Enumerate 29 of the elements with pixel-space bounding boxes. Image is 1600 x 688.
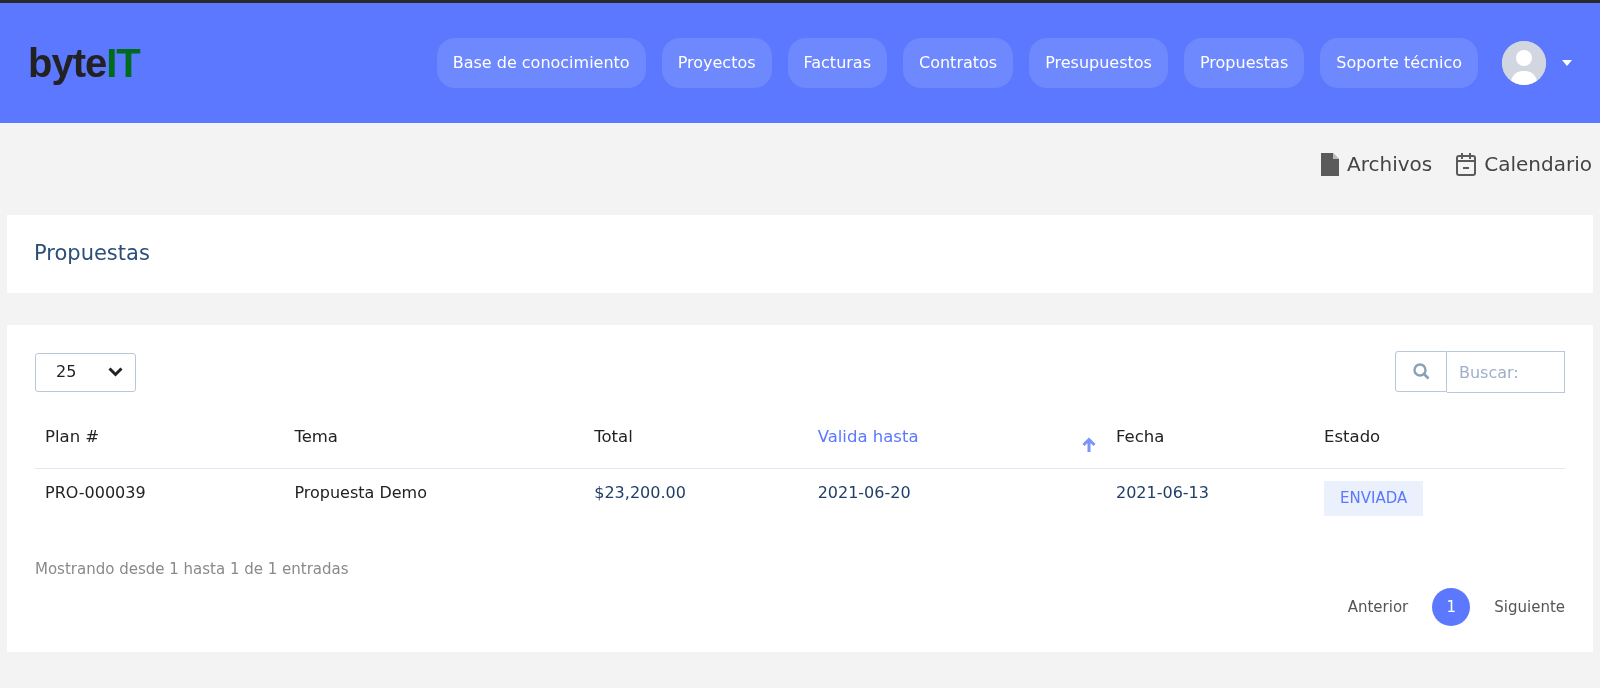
previous-link[interactable]: Anterior bbox=[1347, 595, 1409, 619]
table-cell: 2021-06-20 bbox=[817, 483, 911, 502]
toolbar-link[interactable]: Calendario bbox=[1484, 149, 1592, 179]
column-header[interactable]: Valida hasta bbox=[817, 425, 919, 450]
page-size-select[interactable]: 25 bbox=[35, 352, 136, 392]
column-header[interactable]: Plan # bbox=[45, 425, 100, 450]
next-link[interactable]: Siguiente bbox=[1494, 595, 1565, 619]
search-field[interactable]: Buscar: bbox=[1447, 351, 1565, 393]
table-cell: 2021-06-13 bbox=[1115, 483, 1209, 502]
chevron-down-icon bbox=[108, 367, 123, 377]
page-title: Propuestas bbox=[34, 240, 150, 268]
table-info: Mostrando desde 1 hasta 1 de 1 entradas bbox=[35, 558, 350, 580]
toolbar-link[interactable]: Archivos bbox=[1347, 149, 1433, 179]
table-cell: Propuesta Demo bbox=[294, 483, 427, 502]
sort-arrow-icon[interactable] bbox=[1081, 437, 1096, 452]
column-header[interactable]: Estado bbox=[1324, 425, 1381, 450]
status-badge: ENVIADA bbox=[1324, 481, 1424, 516]
column-header[interactable]: Fecha bbox=[1115, 425, 1165, 450]
logo[interactable]: byteIT bbox=[28, 43, 140, 83]
search-icon[interactable] bbox=[1395, 351, 1447, 392]
file-icon bbox=[1321, 152, 1340, 176]
column-header[interactable]: Total bbox=[594, 425, 633, 450]
caret-icon[interactable] bbox=[1562, 60, 1572, 66]
avatar[interactable] bbox=[1502, 41, 1546, 85]
table-cell: PRO-000039 bbox=[45, 483, 146, 502]
calendar-icon bbox=[1456, 152, 1477, 176]
page-button[interactable]: 1 bbox=[1432, 588, 1471, 626]
table-cell: $23,200.00 bbox=[594, 483, 686, 502]
column-header[interactable]: Tema bbox=[294, 425, 338, 450]
